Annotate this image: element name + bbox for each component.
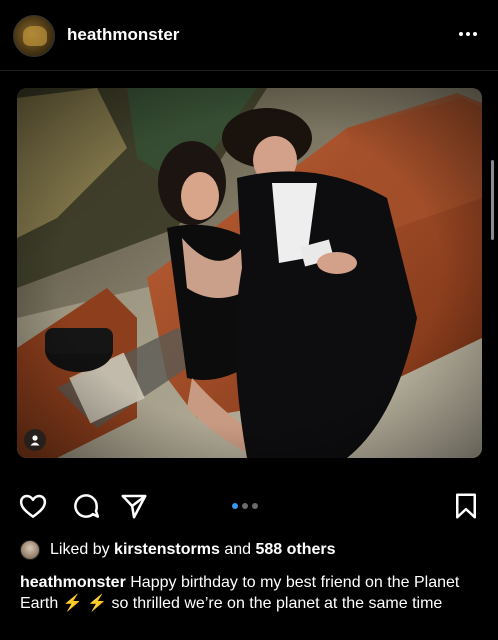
post-username[interactable]: heathmonster [67, 25, 179, 45]
carousel-dot [232, 503, 238, 509]
liker-username[interactable]: kirstenstorms [114, 541, 220, 559]
likes-count[interactable]: 588 others [255, 541, 335, 559]
user-tag-icon[interactable] [24, 429, 46, 451]
lightning-emoji-2: ⚡ [87, 595, 107, 612]
post-image[interactable] [17, 88, 482, 458]
heart-icon[interactable] [17, 490, 49, 522]
carousel-dot [242, 503, 248, 509]
avatar[interactable] [13, 15, 55, 57]
caption-text-2: so thrilled we’re on the planet at the s… [111, 595, 443, 612]
post-caption: heathmonster Happy birthday to my best f… [20, 572, 480, 614]
ellipsis-icon[interactable] [452, 22, 484, 46]
caption-username[interactable]: heathmonster [20, 574, 126, 591]
liker-avatar[interactable] [20, 540, 40, 560]
likes-and: and [224, 541, 252, 558]
post-header: heathmonster [0, 0, 498, 72]
comment-icon[interactable] [70, 490, 102, 522]
likes-prefix: Liked by [50, 541, 110, 558]
lightning-emoji-1: ⚡ [62, 595, 83, 612]
carousel-dot [252, 503, 258, 509]
likes-line[interactable]: Liked by kirstenstorms and 588 others [20, 539, 336, 561]
carousel-indicator [232, 503, 258, 509]
share-icon[interactable] [118, 490, 150, 522]
bookmark-icon[interactable] [450, 490, 482, 522]
header-divider [0, 70, 498, 71]
scrollbar-thumb[interactable] [491, 160, 494, 240]
